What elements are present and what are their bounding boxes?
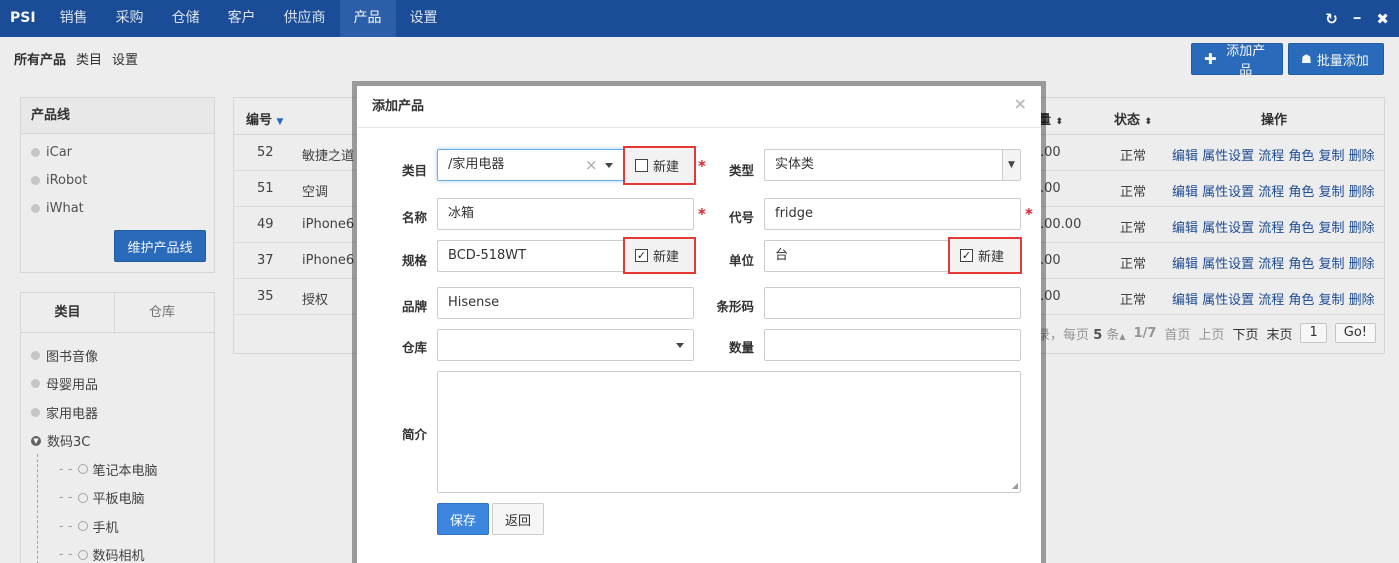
type-value: 实体类 [775, 157, 815, 172]
unit-value: 台 [775, 248, 789, 263]
brand-label: 品牌 [401, 299, 427, 314]
brand-value: Hisense [448, 295, 500, 310]
chevron-down-icon[interactable]: ▼ [1002, 150, 1020, 180]
new-label: 新建 [653, 250, 680, 265]
warehouse-label: 仓库 [401, 340, 427, 355]
type-label: 类型 [728, 163, 754, 178]
code-input[interactable]: fridge [764, 198, 1021, 230]
required-mark: * [698, 205, 706, 223]
new-spec-checkbox[interactable]: ✓ 新建 [623, 237, 696, 274]
barcode-input[interactable] [764, 287, 1021, 319]
caret-down-icon [676, 343, 684, 348]
required-mark: * [1025, 205, 1033, 223]
intro-textarea[interactable]: ◢ [437, 371, 1021, 493]
checkbox-unchecked-icon[interactable] [635, 159, 648, 172]
type-select[interactable]: 实体类 ▼ [764, 149, 1021, 181]
new-category-checkbox[interactable]: 新建 [623, 146, 696, 185]
new-unit-checkbox[interactable]: ✓ 新建 [948, 237, 1022, 274]
code-label: 代号 [728, 210, 754, 225]
name-label: 名称 [401, 210, 427, 225]
unit-label: 单位 [728, 253, 754, 268]
quantity-label: 数量 [728, 340, 754, 355]
resize-handle-icon[interactable]: ◢ [1012, 481, 1018, 490]
new-label: 新建 [653, 160, 680, 175]
code-value: fridge [775, 206, 814, 221]
clear-icon[interactable]: × [585, 150, 598, 180]
intro-label: 简介 [401, 427, 427, 442]
new-label: 新建 [978, 250, 1005, 265]
spec-label: 规格 [401, 253, 427, 268]
back-button[interactable]: 返回 [492, 503, 544, 535]
category-label: 类目 [401, 163, 427, 178]
name-input[interactable]: 冰箱 [437, 198, 694, 230]
modal-close-icon[interactable]: × [1014, 94, 1027, 113]
quantity-input[interactable] [764, 329, 1021, 361]
brand-input[interactable]: Hisense [437, 287, 694, 319]
add-product-modal: 添加产品 × 类目 /家用电器 × 新建 * 类型 实体类 ▼ 名称 冰箱 * … [357, 86, 1041, 563]
category-select[interactable]: /家用电器 × [437, 149, 625, 181]
category-value: /家用电器 [448, 157, 505, 172]
warehouse-select[interactable] [437, 329, 694, 361]
checkbox-checked-icon[interactable]: ✓ [635, 249, 648, 262]
checkbox-checked-icon[interactable]: ✓ [960, 249, 973, 262]
name-value: 冰箱 [448, 206, 475, 221]
modal-title: 添加产品 [357, 86, 1041, 128]
caret-down-icon [605, 163, 613, 168]
barcode-label: 条形码 [716, 299, 754, 314]
spec-value: BCD-518WT [448, 248, 527, 263]
save-button[interactable]: 保存 [437, 503, 489, 535]
required-mark: * [698, 157, 706, 175]
